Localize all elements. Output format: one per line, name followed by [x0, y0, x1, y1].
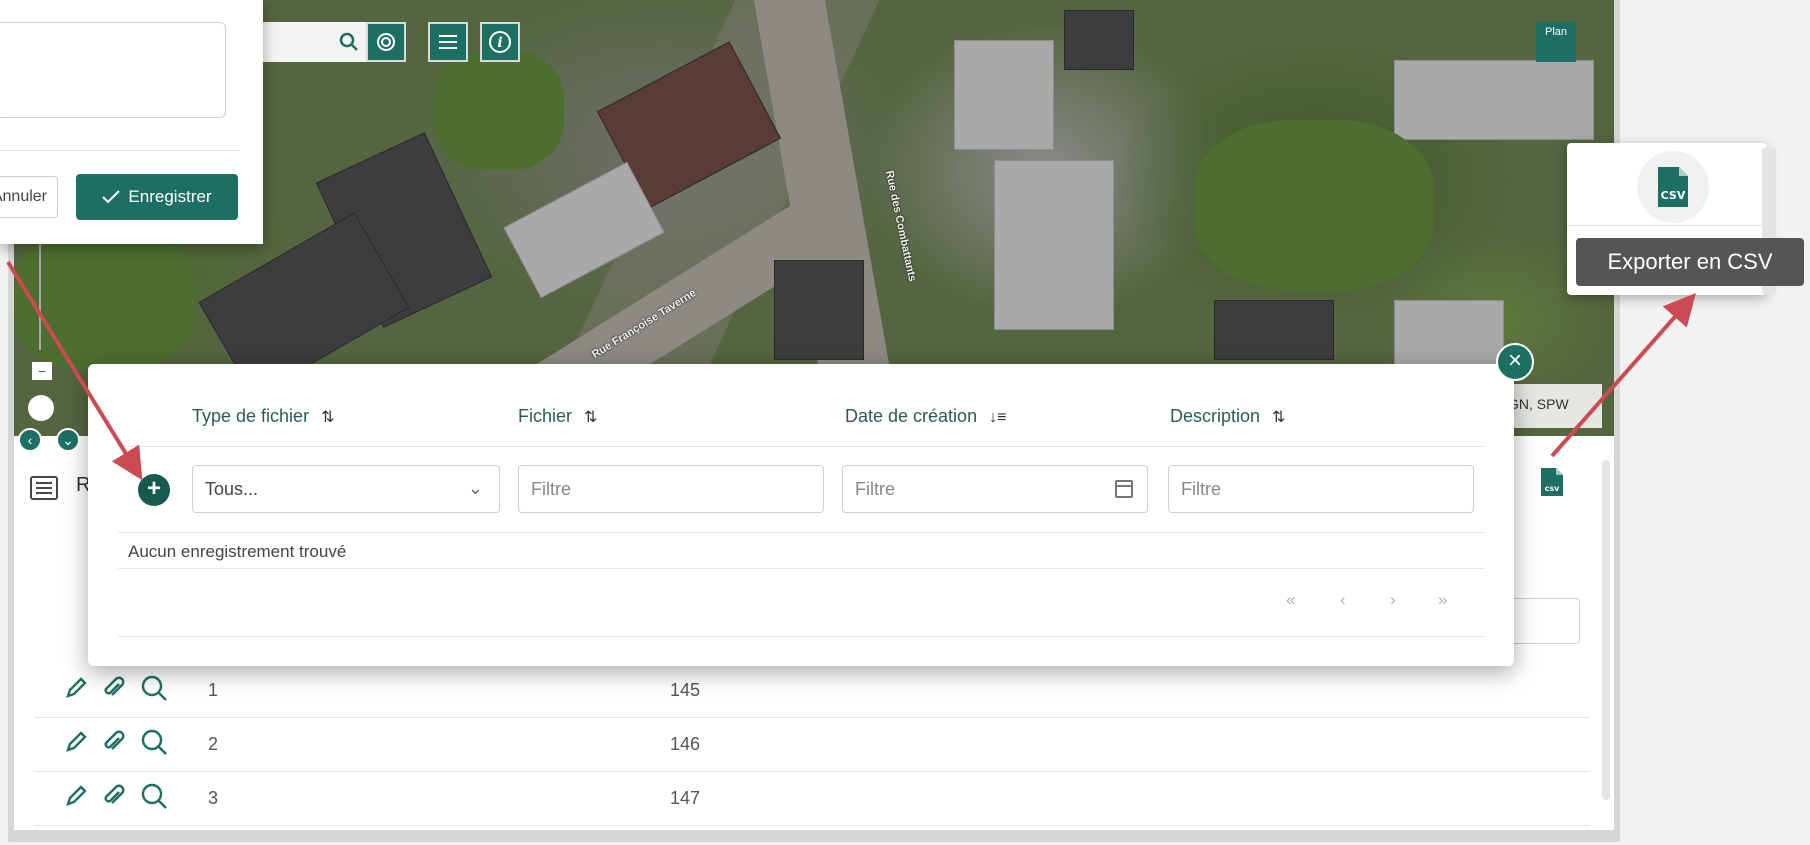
table-row: 1 145: [34, 664, 1590, 718]
scrollbar[interactable]: [1602, 460, 1610, 800]
street-label: Rue des Combattants: [882, 169, 919, 283]
chevron-down-icon[interactable]: ⌄: [56, 428, 80, 452]
map-building: [1214, 300, 1334, 360]
map-building: [994, 160, 1114, 330]
input-placeholder: Filtre: [855, 479, 895, 499]
divider: [118, 446, 1484, 447]
divider: [0, 150, 240, 151]
list-icon: [30, 476, 58, 500]
pencil-icon[interactable]: [64, 784, 88, 813]
map-building: [954, 40, 1054, 150]
sort-icon[interactable]: ⇅: [1272, 409, 1285, 426]
pager-last-button[interactable]: »: [1438, 590, 1447, 610]
creation-date-filter-input[interactable]: Filtre: [842, 465, 1148, 513]
sort-icon[interactable]: ⇅: [321, 409, 334, 426]
add-file-button[interactable]: +: [138, 474, 170, 506]
zoom-slider-handle[interactable]: [28, 395, 54, 421]
map-vegetation: [434, 50, 564, 170]
csv-export-button[interactable]: CSV: [1637, 151, 1709, 223]
row-id: 2: [208, 734, 219, 754]
column-label: Type de fichier: [192, 406, 310, 426]
column-label: Fichier: [518, 406, 573, 426]
search-icon[interactable]: [140, 728, 168, 761]
chevron-left-icon[interactable]: ‹: [18, 428, 42, 452]
map-attribution: GN, SPW: [1504, 384, 1602, 428]
paperclip-icon[interactable]: [102, 730, 126, 759]
description-textarea[interactable]: [0, 22, 226, 118]
pager-first-button[interactable]: «: [1286, 590, 1295, 610]
save-button[interactable]: Enregistrer: [76, 174, 238, 220]
zoom-slider-track[interactable]: [39, 230, 41, 350]
description-filter-input[interactable]: Filtre: [1168, 465, 1474, 513]
column-header-file[interactable]: Fichier ⇅: [518, 406, 597, 427]
column-header-file-type[interactable]: Type de fichier ⇅: [192, 406, 334, 427]
paperclip-icon[interactable]: [102, 784, 126, 813]
sort-icon[interactable]: ⇅: [584, 409, 597, 426]
check-icon: [102, 190, 121, 204]
divider: [118, 636, 1484, 637]
locate-icon[interactable]: [366, 22, 406, 62]
calendar-icon[interactable]: [1115, 480, 1133, 498]
file-type-select[interactable]: Tous... ⌄: [192, 465, 500, 513]
divider: [1567, 225, 1767, 226]
pager-prev-button[interactable]: ‹: [1340, 590, 1346, 610]
map-building: [1394, 300, 1504, 370]
table-row: 3 147: [34, 772, 1590, 826]
table-row: 2 146: [34, 718, 1590, 772]
row-value: 147: [670, 788, 701, 808]
svg-text:i: i: [497, 35, 502, 51]
column-label: Date de création: [845, 406, 978, 426]
empty-message: Aucun enregistrement trouvé: [128, 542, 347, 561]
search-icon[interactable]: [140, 674, 168, 707]
sort-icon[interactable]: ↓≡: [989, 409, 1006, 426]
base-layer-switch[interactable]: Plan: [1536, 22, 1576, 62]
csv-export-tooltip: Exporter en CSV: [1576, 238, 1804, 286]
pager-next-button[interactable]: ›: [1390, 590, 1396, 610]
pencil-icon[interactable]: [64, 676, 88, 705]
search-icon[interactable]: [332, 22, 366, 62]
csv-icon-text: CSV: [1661, 189, 1686, 202]
row-id: 3: [208, 788, 219, 808]
map-vegetation: [1194, 120, 1434, 290]
column-label: Description: [1170, 406, 1261, 426]
cancel-button[interactable]: Annuler: [0, 176, 58, 218]
map-building: [774, 260, 864, 360]
screenshot-root: Rue des Combattants Rue Françoise Tavern…: [0, 0, 1810, 845]
row-value: 145: [670, 680, 701, 700]
info-icon[interactable]: i: [480, 22, 520, 62]
map-building: [1394, 60, 1594, 140]
csv-file-icon: CSV: [1658, 167, 1688, 207]
csv-icon-text: csv: [1545, 484, 1561, 493]
column-header-creation-date[interactable]: Date de création ↓≡: [845, 406, 1006, 427]
pencil-icon[interactable]: [64, 730, 88, 759]
csv-export-icon[interactable]: csv: [1539, 466, 1565, 498]
edit-dialog: Annuler Enregistrer: [0, 0, 263, 244]
close-icon[interactable]: ×: [1496, 343, 1534, 381]
file-attachments-dialog: Type de fichier ⇅ Fichier ⇅ Date de créati…: [88, 364, 1514, 666]
menu-icon[interactable]: [428, 22, 468, 62]
divider: [118, 532, 1484, 533]
chevron-down-icon: ⌄: [467, 478, 483, 498]
zoom-out-icon[interactable]: −: [32, 362, 52, 380]
search-icon[interactable]: [140, 782, 168, 815]
column-header-description[interactable]: Description ⇅: [1170, 406, 1285, 427]
divider: [118, 568, 1484, 569]
map-building: [1064, 10, 1134, 70]
save-button-label: Enregistrer: [128, 187, 212, 206]
map-vegetation: [14, 230, 194, 370]
select-value: Tous...: [205, 479, 259, 499]
file-filter-input[interactable]: Filtre: [518, 465, 824, 513]
row-value: 146: [670, 734, 701, 754]
row-id: 1: [208, 680, 219, 700]
paperclip-icon[interactable]: [102, 676, 126, 705]
